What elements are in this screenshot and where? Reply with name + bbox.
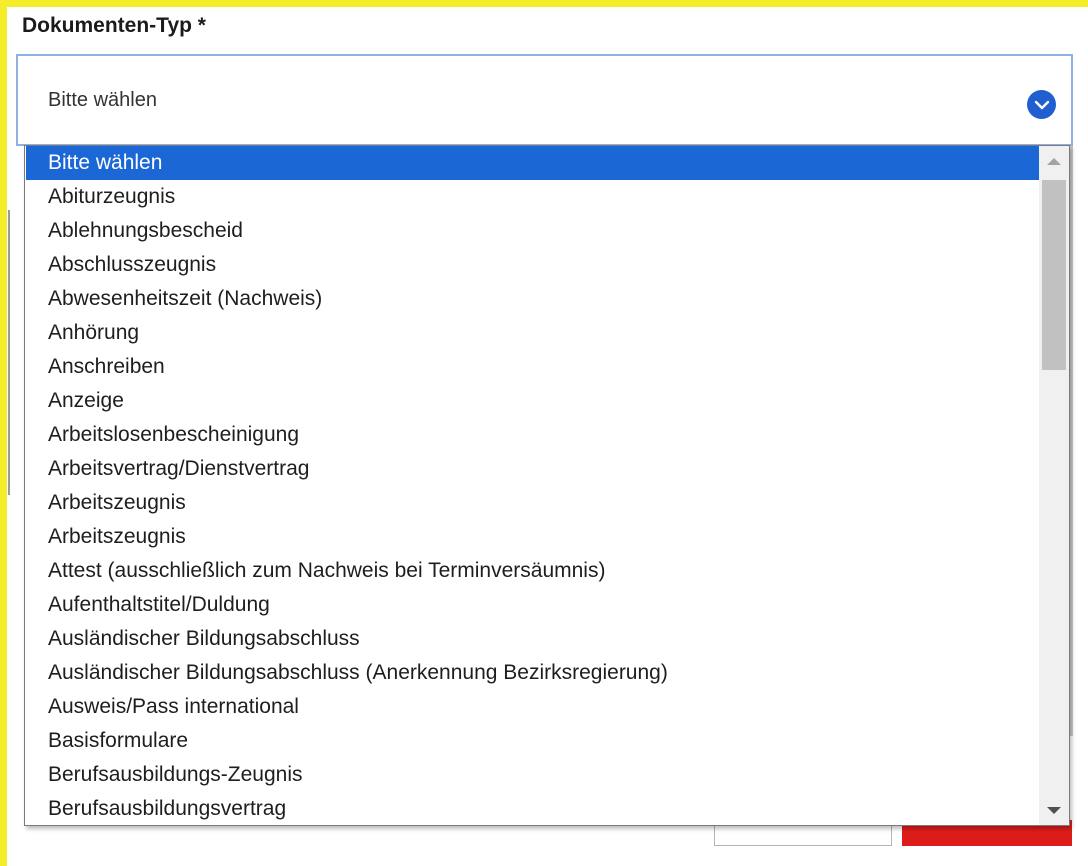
dropdown-option[interactable]: Attest (ausschließlich zum Nachweis bei … — [26, 554, 1039, 588]
dropdown-option[interactable]: Arbeitszeugnis — [26, 486, 1039, 520]
scrollbar-thumb[interactable] — [1042, 180, 1066, 370]
background-divider — [1070, 146, 1073, 736]
dropdown-option[interactable]: Aufenthaltstitel/Duldung — [26, 588, 1039, 622]
chevron-down-icon[interactable] — [1027, 90, 1056, 119]
dropdown-option-selected[interactable]: Bitte wählen — [26, 146, 1039, 180]
background-field-border — [8, 210, 10, 495]
dropdown-option[interactable]: Berufsausbildungsvertrag — [26, 792, 1039, 825]
dropdown-option[interactable]: Berufsausbildungs-Zeugnis — [26, 758, 1039, 792]
dropdown-option[interactable]: Ausländischer Bildungsabschluss (Anerken… — [26, 656, 1039, 690]
dropdown-option[interactable]: Ausländischer Bildungsabschluss — [26, 622, 1039, 656]
dropdown-option[interactable]: Abschlusszeugnis — [26, 248, 1039, 282]
dropdown-option[interactable]: Ablehnungsbescheid — [26, 214, 1039, 248]
dropdown-options-list[interactable]: Bitte wählen Abiturzeugnis Ablehnungsbesch… — [24, 145, 1070, 826]
dropdown-option[interactable]: Ausweis/Pass international — [26, 690, 1039, 724]
select-current-value: Bitte wählen — [48, 89, 157, 111]
highlight-frame-top — [0, 0, 1088, 7]
dropdown-option[interactable]: Abiturzeugnis — [26, 180, 1039, 214]
dropdown-option[interactable]: Arbeitsvertrag/Dienstvertrag — [26, 452, 1039, 486]
document-type-select[interactable]: Bitte wählen — [16, 54, 1073, 146]
arrow-down-icon[interactable] — [1047, 807, 1061, 814]
dropdown-option[interactable]: Abwesenheitszeit (Nachweis) — [26, 282, 1039, 316]
arrow-up-icon[interactable] — [1047, 158, 1061, 165]
dropdown-option[interactable]: Anhörung — [26, 316, 1039, 350]
dropdown-option[interactable]: Arbeitslosenbescheinigung — [26, 418, 1039, 452]
dropdown-option[interactable]: Basisformulare — [26, 724, 1039, 758]
dropdown-option[interactable]: Anschreiben — [26, 350, 1039, 384]
document-type-label: Dokumenten-Typ * — [22, 14, 206, 37]
dropdown-option[interactable]: Anzeige — [26, 384, 1039, 418]
dropdown-scrollbar[interactable] — [1039, 146, 1069, 825]
highlight-frame-left — [0, 0, 7, 866]
dropdown-option[interactable]: Arbeitszeugnis — [26, 520, 1039, 554]
